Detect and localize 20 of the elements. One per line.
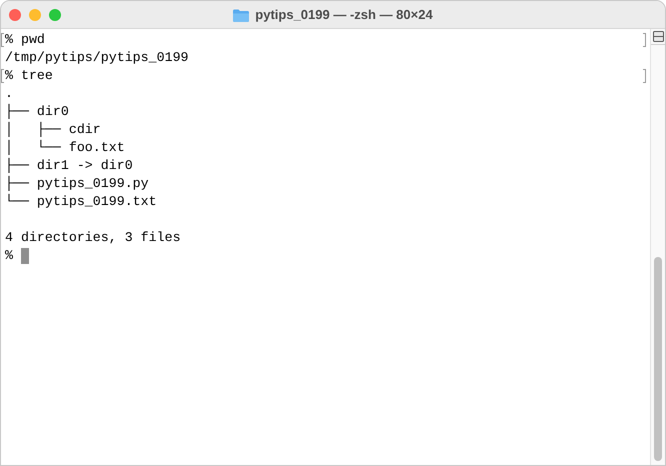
command-line: % pwd bbox=[5, 31, 45, 49]
output-line: │ └── foo.txt bbox=[5, 139, 125, 157]
window-title: pytips_0199 — -zsh — 80×24 bbox=[255, 6, 433, 24]
zoom-button[interactable] bbox=[49, 8, 61, 20]
scrollbar-thumb[interactable] bbox=[654, 257, 662, 461]
output-line: │ ├── cdir bbox=[5, 121, 101, 139]
output-line: /tmp/pytips/pytips_0199 bbox=[5, 49, 189, 67]
output-line: ├── dir0 bbox=[5, 103, 69, 121]
output-line: └── pytips_0199.txt bbox=[5, 193, 157, 211]
output-line: . bbox=[5, 85, 13, 103]
minimize-button[interactable] bbox=[29, 8, 41, 20]
folder-icon bbox=[233, 8, 250, 22]
output-line: ├── pytips_0199.py bbox=[5, 175, 149, 193]
split-pane-icon[interactable] bbox=[652, 31, 664, 42]
scrollbar[interactable] bbox=[650, 29, 665, 465]
close-button[interactable] bbox=[9, 8, 21, 20]
command-line: % bbox=[5, 247, 13, 265]
output-line: ├── dir1 -> dir0 bbox=[5, 157, 133, 175]
command-line: % tree bbox=[5, 67, 53, 85]
output-line: 4 directories, 3 files bbox=[5, 229, 181, 247]
